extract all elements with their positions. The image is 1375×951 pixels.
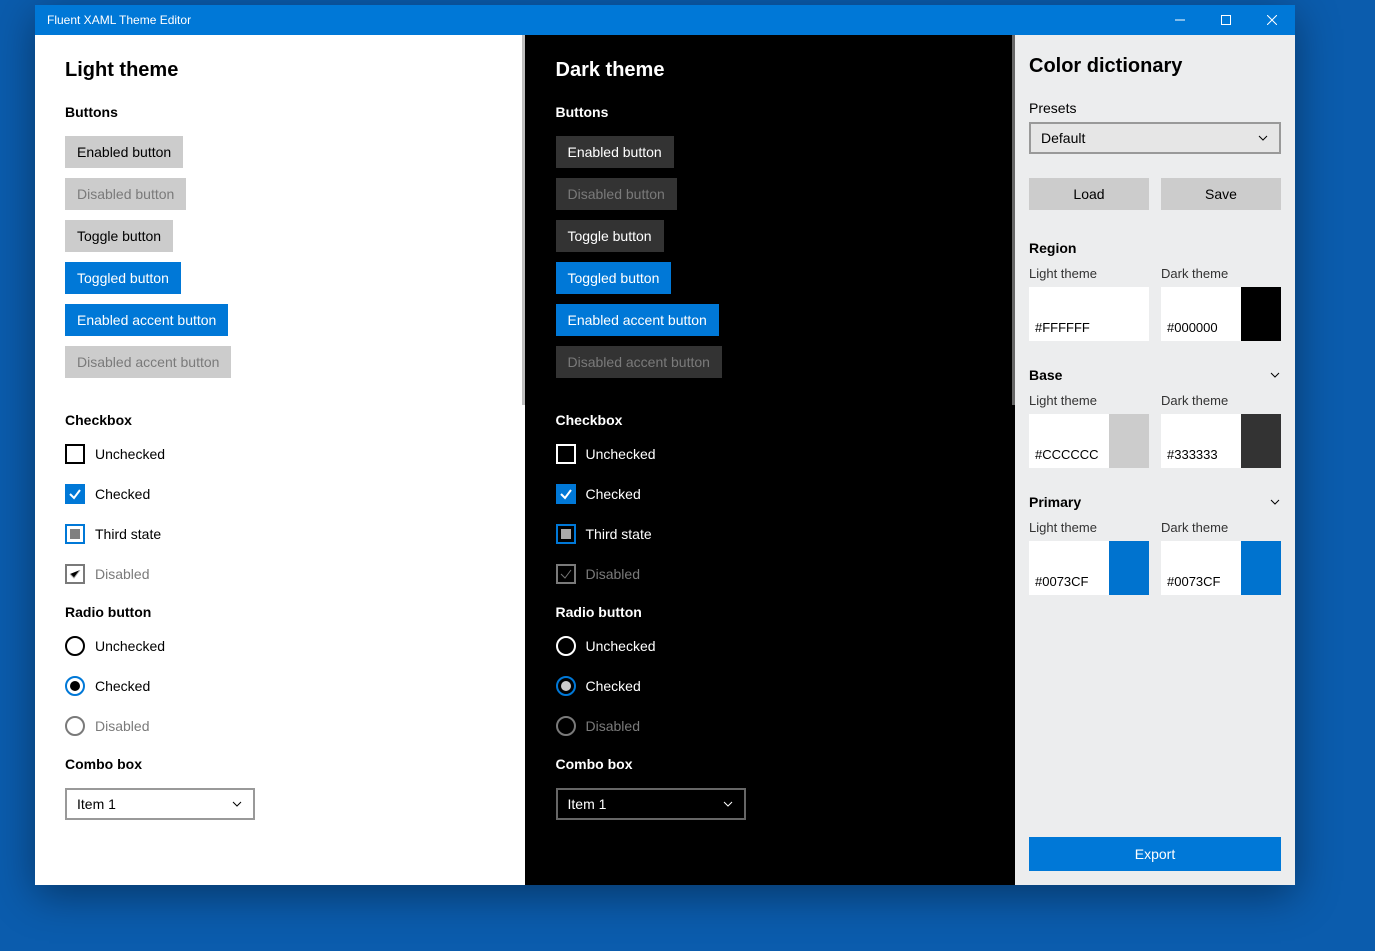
radio-icon bbox=[556, 636, 576, 656]
checkbox-heading: Checkbox bbox=[556, 412, 986, 428]
enabled-button[interactable]: Enabled button bbox=[65, 136, 183, 168]
checkbox-disabled: Disabled bbox=[556, 564, 986, 584]
checkbox-third-icon bbox=[65, 524, 85, 544]
chevron-down-icon bbox=[1269, 369, 1281, 381]
radio-disabled-icon bbox=[65, 716, 85, 736]
radio-icon bbox=[65, 636, 85, 656]
enabled-accent-button[interactable]: Enabled accent button bbox=[556, 304, 719, 336]
checkbox-third-state[interactable]: Third state bbox=[556, 524, 986, 544]
light-theme-panel: Light theme Buttons Enabled button Disab… bbox=[35, 35, 525, 885]
color-dictionary-title: Color dictionary bbox=[1029, 55, 1281, 78]
toggled-button[interactable]: Toggled button bbox=[556, 262, 672, 294]
presets-dropdown[interactable]: Default bbox=[1029, 122, 1281, 154]
buttons-heading: Buttons bbox=[65, 104, 495, 120]
toggle-button[interactable]: Toggle button bbox=[65, 220, 173, 252]
combo-heading: Combo box bbox=[65, 756, 495, 772]
checkbox-heading: Checkbox bbox=[65, 412, 495, 428]
buttons-heading: Buttons bbox=[556, 104, 986, 120]
radio-checked[interactable]: Checked bbox=[65, 676, 495, 696]
checkbox-checked-icon bbox=[556, 484, 576, 504]
chevron-down-icon bbox=[722, 798, 734, 810]
radio-heading: Radio button bbox=[556, 604, 986, 620]
color-dictionary-panel: Color dictionary Presets Default Load Sa… bbox=[1015, 35, 1295, 885]
titlebar: Fluent XAML Theme Editor bbox=[35, 5, 1295, 35]
light-theme-title: Light theme bbox=[65, 59, 495, 82]
app-window: Fluent XAML Theme Editor Light theme But… bbox=[35, 5, 1295, 885]
maximize-button[interactable] bbox=[1203, 5, 1249, 35]
base-section-header[interactable]: Base bbox=[1029, 367, 1281, 383]
presets-label: Presets bbox=[1029, 100, 1281, 116]
radio-unchecked[interactable]: Unchecked bbox=[556, 636, 986, 656]
primary-section-header[interactable]: Primary bbox=[1029, 494, 1281, 510]
checkbox-third-state[interactable]: Third state bbox=[65, 524, 495, 544]
radio-unchecked[interactable]: Unchecked bbox=[65, 636, 495, 656]
radio-checked-icon bbox=[556, 676, 576, 696]
checkbox-checked-icon bbox=[65, 484, 85, 504]
radio-heading: Radio button bbox=[65, 604, 495, 620]
chevron-down-icon bbox=[1269, 496, 1281, 508]
radio-checked[interactable]: Checked bbox=[556, 676, 986, 696]
combo-heading: Combo box bbox=[556, 756, 986, 772]
checkbox-disabled-icon bbox=[65, 564, 85, 584]
toggle-button[interactable]: Toggle button bbox=[556, 220, 664, 252]
radio-checked-icon bbox=[65, 676, 85, 696]
toggled-button[interactable]: Toggled button bbox=[65, 262, 181, 294]
radio-disabled: Disabled bbox=[65, 716, 495, 736]
chevron-down-icon bbox=[231, 798, 243, 810]
base-light-swatch[interactable]: #CCCCCC bbox=[1029, 414, 1149, 468]
primary-light-swatch[interactable]: #0073CF bbox=[1029, 541, 1149, 595]
checkbox-unchecked[interactable]: Unchecked bbox=[556, 444, 986, 464]
checkbox-unchecked[interactable]: Unchecked bbox=[65, 444, 495, 464]
radio-disabled: Disabled bbox=[556, 716, 986, 736]
enabled-accent-button[interactable]: Enabled accent button bbox=[65, 304, 228, 336]
export-button[interactable]: Export bbox=[1029, 837, 1281, 871]
checkbox-icon bbox=[556, 444, 576, 464]
disabled-button: Disabled button bbox=[65, 178, 186, 210]
checkbox-disabled-icon bbox=[556, 564, 576, 584]
dark-theme-title: Dark theme bbox=[556, 59, 986, 82]
enabled-button[interactable]: Enabled button bbox=[556, 136, 674, 168]
checkbox-third-icon bbox=[556, 524, 576, 544]
content-area: Light theme Buttons Enabled button Disab… bbox=[35, 35, 1295, 885]
minimize-button[interactable] bbox=[1157, 5, 1203, 35]
radio-disabled-icon bbox=[556, 716, 576, 736]
combo-box[interactable]: Item 1 bbox=[556, 788, 746, 820]
combo-box[interactable]: Item 1 bbox=[65, 788, 255, 820]
chevron-down-icon bbox=[1257, 132, 1269, 144]
disabled-accent-button: Disabled accent button bbox=[65, 346, 231, 378]
disabled-button: Disabled button bbox=[556, 178, 677, 210]
save-button[interactable]: Save bbox=[1161, 178, 1281, 210]
region-light-swatch[interactable]: #FFFFFF bbox=[1029, 287, 1149, 341]
primary-dark-swatch[interactable]: #0073CF bbox=[1161, 541, 1281, 595]
region-section-header[interactable]: Region bbox=[1029, 240, 1281, 256]
close-button[interactable] bbox=[1249, 5, 1295, 35]
checkbox-checked[interactable]: Checked bbox=[556, 484, 986, 504]
dark-theme-panel: Dark theme Buttons Enabled button Disabl… bbox=[525, 35, 1016, 885]
load-button[interactable]: Load bbox=[1029, 178, 1149, 210]
window-title: Fluent XAML Theme Editor bbox=[47, 13, 191, 27]
region-dark-swatch[interactable]: #000000 bbox=[1161, 287, 1281, 341]
base-dark-swatch[interactable]: #333333 bbox=[1161, 414, 1281, 468]
disabled-accent-button: Disabled accent button bbox=[556, 346, 722, 378]
checkbox-disabled: Disabled bbox=[65, 564, 495, 584]
checkbox-icon bbox=[65, 444, 85, 464]
checkbox-checked[interactable]: Checked bbox=[65, 484, 495, 504]
